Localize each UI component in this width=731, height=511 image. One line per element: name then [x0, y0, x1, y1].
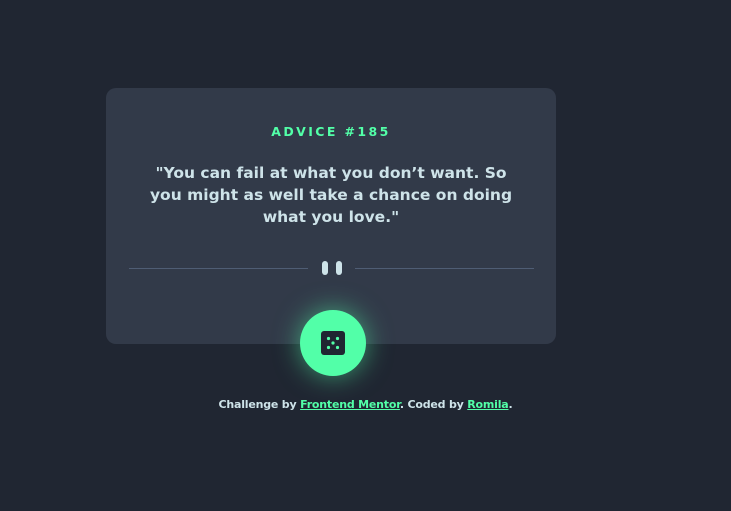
divider	[129, 260, 534, 276]
footer-suffix: .	[508, 398, 513, 411]
divider-line-left	[129, 268, 308, 269]
dice-icon	[321, 331, 345, 355]
advice-title: ADVICE #185	[271, 124, 391, 139]
footer-prefix: Challenge by	[218, 398, 301, 411]
frontend-mentor-link[interactable]: Frontend Mentor	[300, 398, 400, 411]
divider-line-right	[355, 268, 534, 269]
advice-quote: "You can fail at what you don’t want. So…	[149, 164, 513, 226]
new-advice-button[interactable]	[300, 310, 366, 376]
attribution-footer: Challenge by Frontend Mentor. Coded by R…	[0, 398, 731, 411]
author-link[interactable]: Romila	[467, 398, 508, 411]
pause-icon	[321, 261, 342, 275]
advice-card: ADVICE #185 "You can fail at what you do…	[106, 88, 556, 344]
footer-middle: . Coded by	[399, 398, 468, 411]
